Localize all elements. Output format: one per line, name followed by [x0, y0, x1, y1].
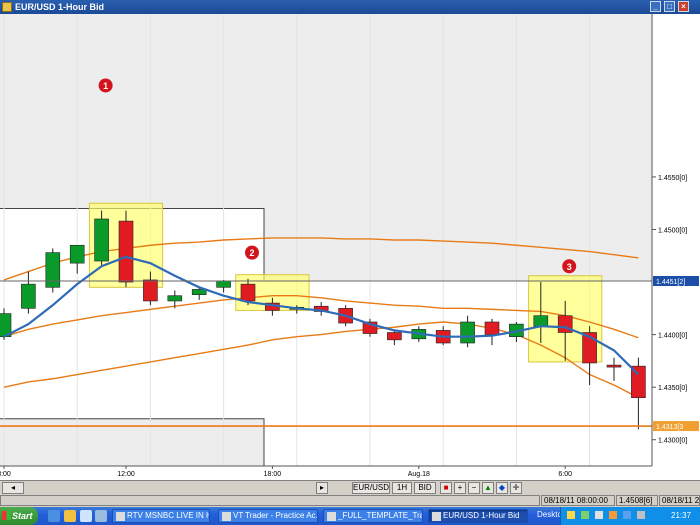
candle-body	[460, 321, 475, 344]
candle-body	[533, 315, 549, 327]
tray-icon[interactable]	[581, 511, 589, 519]
tray-icon[interactable]	[609, 511, 617, 519]
x-tick-label: 12:00	[117, 471, 135, 478]
windows-logo-icon	[2, 511, 11, 520]
support-price-label: 1.4313[3	[656, 424, 683, 431]
maximize-button[interactable]: □	[664, 1, 675, 12]
tray-icon[interactable]	[623, 511, 631, 519]
candle-body	[191, 289, 207, 295]
status-datetime: 08/18/11 08:00:00	[541, 495, 615, 506]
tray-icon[interactable]	[595, 511, 603, 519]
y-tick-label: 1.4500[0]	[658, 227, 687, 234]
x-tick-label: 18:00	[264, 471, 282, 478]
candle-body	[484, 321, 500, 335]
task-rtv[interactable]: RTV MSNBC LIVE IN H...	[112, 509, 210, 523]
task-template[interactable]: _FULL_TEMPLATE_Tra...	[323, 509, 423, 523]
app-icon	[222, 512, 231, 521]
tray-icon[interactable]	[637, 511, 645, 519]
candle-body	[240, 283, 256, 302]
scroll-right-button[interactable]: ▸	[316, 482, 328, 494]
taskbar: Start RTV MSNBC LIVE IN H... VT Trader -…	[0, 507, 700, 525]
app-icon	[116, 512, 125, 521]
start-label: Start	[12, 511, 33, 521]
scroll-left-button[interactable]: ◂	[2, 482, 24, 494]
task-vt-trader[interactable]: VT Trader - Practice Ac...	[218, 509, 318, 523]
current-price-label: 1.4451[2]	[656, 279, 685, 286]
chart-type-icon[interactable]: ■	[440, 482, 452, 494]
candle-body	[387, 332, 402, 341]
app-icon	[327, 512, 336, 521]
status-empty	[0, 495, 540, 506]
window-title: EUR/USD 1-Hour Bid	[15, 2, 105, 12]
x-axis-area	[0, 466, 700, 480]
drawing-tool-icon[interactable]: ◆	[496, 482, 508, 494]
candle-body	[21, 283, 36, 309]
y-tick-label: 1.4400[0]	[658, 333, 687, 340]
minimize-button[interactable]: _	[650, 1, 661, 12]
candle-body	[69, 244, 85, 264]
interval-selector[interactable]: 1H	[392, 482, 412, 494]
price-type-selector[interactable]: BID	[414, 482, 436, 494]
close-button[interactable]: ×	[678, 1, 689, 12]
annotation-label: 3	[567, 262, 572, 272]
annotation-label: 2	[249, 248, 254, 258]
start-button[interactable]: Start	[0, 507, 38, 525]
y-axis-area	[652, 14, 700, 466]
window-titlebar: EUR/USD 1-Hour Bid _ □ ×	[0, 0, 700, 14]
zoom-in-icon[interactable]: +	[454, 482, 466, 494]
task-label: RTV MSNBC LIVE IN H...	[127, 511, 210, 520]
candle-body	[143, 279, 158, 302]
symbol-selector[interactable]: EUR/USD	[352, 482, 390, 494]
media-icon[interactable]	[80, 510, 92, 522]
y-tick-label: 1.4300[0]	[658, 438, 687, 445]
task-label: VT Trader - Practice Ac...	[233, 511, 318, 520]
candle-body	[94, 218, 109, 262]
tray-icon[interactable]	[567, 511, 575, 519]
candle-body	[216, 280, 231, 288]
session-shade	[264, 208, 652, 281]
candle-body	[118, 220, 134, 283]
task-eurusd[interactable]: EUR/USD 1-Hour Bid	[428, 509, 528, 523]
y-tick-label: 1.4350[0]	[658, 385, 687, 392]
price-chart[interactable]: 1.4550[0] 1.4500[0] 1.4400[0] 1.4350[0] 1.43…	[0, 14, 700, 480]
x-tick-label: 6:00	[558, 471, 572, 478]
browser-icon[interactable]	[48, 510, 60, 522]
folder-icon[interactable]	[64, 510, 76, 522]
status-clock: 08/18/11 21:37:21	[659, 495, 700, 506]
system-tray: 21:37	[560, 507, 700, 525]
desktop-icon[interactable]	[95, 510, 107, 522]
task-label: _FULL_TEMPLATE_Tra...	[338, 511, 423, 520]
chart-toolbar: ◂ ▸ EUR/USD 1H BID ■ + − ▲ ◆ ✛	[0, 480, 700, 494]
session-shade	[0, 14, 652, 209]
candle-body	[167, 295, 183, 302]
app-icon	[432, 512, 441, 521]
status-price: 1.4508[6]	[616, 495, 658, 506]
indicator-icon[interactable]: ▲	[482, 482, 494, 494]
x-tick-label: 8:00	[0, 471, 11, 478]
candle-body	[45, 252, 61, 288]
crosshair-icon[interactable]: ✛	[510, 482, 522, 494]
status-bar: 08/18/11 08:00:00 1.4508[6] 08/18/11 21:…	[0, 494, 700, 507]
chart-app-icon	[2, 2, 12, 12]
task-label: EUR/USD 1-Hour Bid	[443, 511, 520, 520]
clock: 21:37	[671, 511, 692, 520]
annotation-label: 1	[103, 81, 108, 91]
x-tick-label: Aug.18	[408, 471, 430, 478]
zoom-out-icon[interactable]: −	[468, 482, 480, 494]
y-tick-label: 1.4550[0]	[658, 175, 687, 182]
candle-body	[606, 364, 622, 368]
